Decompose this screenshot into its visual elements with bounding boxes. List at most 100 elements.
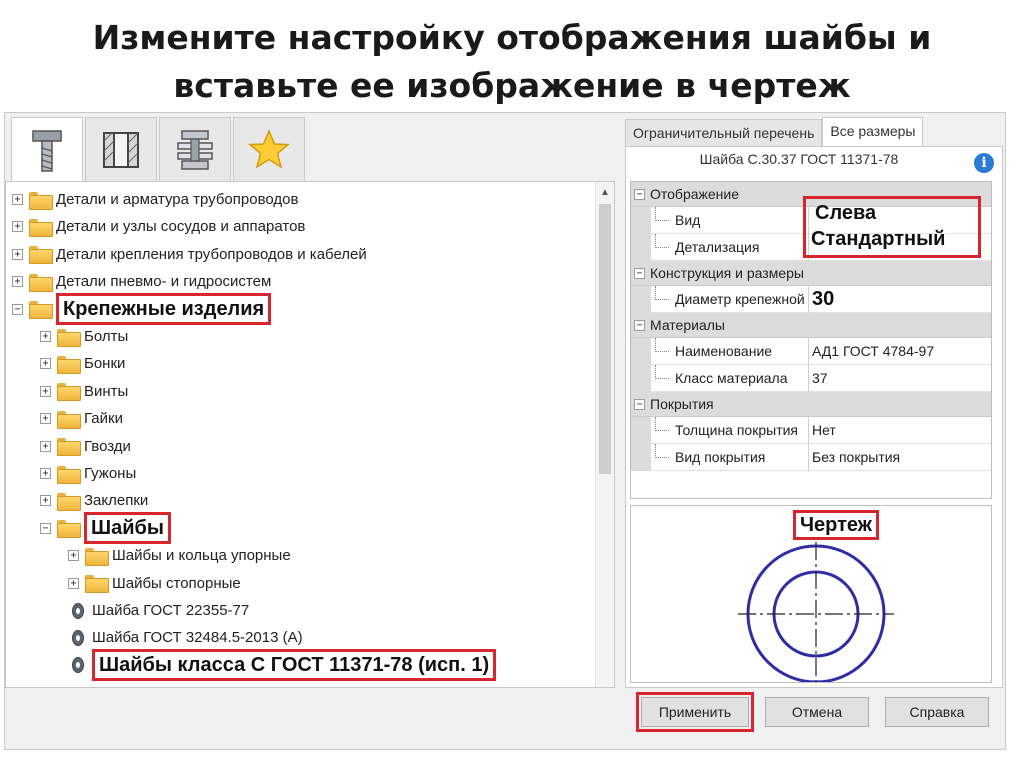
collapse-icon[interactable]: −: [12, 303, 23, 315]
coating-type-value[interactable]: Без покрытия: [812, 444, 990, 471]
detail-value[interactable]: Стандартный: [811, 228, 945, 251]
tree-line: [655, 220, 669, 221]
tree-line: [655, 417, 656, 431]
tree-item[interactable]: + Гайки: [40, 405, 123, 432]
tree-item-label: Гайки: [84, 410, 123, 428]
tab-restriction-list[interactable]: Ограничительный перечень: [625, 119, 823, 147]
tree-item[interactable]: Шайбы класса С ГОСТ 11371-78 (исп. 1): [68, 649, 497, 682]
washer-icon: [72, 629, 84, 646]
category-label: Покрытия: [650, 396, 714, 412]
category-label: Конструкция и размеры: [650, 265, 804, 281]
expand-icon[interactable]: +: [68, 550, 79, 562]
tree-line: [655, 378, 669, 379]
property-name: Класс материала: [675, 365, 809, 392]
property-row-diameter[interactable]: Диаметр крепежной детали 30: [631, 286, 991, 313]
help-button[interactable]: Справка: [885, 697, 989, 727]
property-name: Толщина покрытия: [675, 417, 809, 444]
tree-item[interactable]: − Шайбы: [40, 512, 171, 545]
tree-line: [655, 457, 669, 458]
property-row-material[interactable]: Наименование АД1 ГОСТ 4784-97: [631, 338, 991, 365]
tree-line: [655, 207, 656, 221]
tree-item[interactable]: + Шайбы стопорные: [68, 570, 241, 597]
collapse-icon[interactable]: −: [634, 267, 645, 279]
tree-line: [655, 234, 656, 248]
expand-icon[interactable]: +: [12, 276, 23, 288]
tree-item[interactable]: + Болты: [40, 323, 128, 350]
property-row-material-class[interactable]: Класс материала 37: [631, 365, 991, 392]
view-value[interactable]: Слева: [815, 202, 876, 225]
info-icon[interactable]: i: [974, 153, 994, 173]
expand-icon[interactable]: +: [12, 248, 23, 260]
tree-item-label: Гвозди: [84, 437, 131, 455]
category-materials[interactable]: − Материалы: [631, 313, 991, 338]
tab-bolts[interactable]: [11, 117, 83, 183]
category-label: Отображение: [650, 186, 740, 202]
expand-icon[interactable]: +: [40, 385, 51, 397]
tree-item[interactable]: + Шайбы и кольца упорные: [68, 542, 291, 569]
category-coating[interactable]: − Покрытия: [631, 392, 991, 417]
tree-scrollbar[interactable]: ▲: [595, 182, 614, 687]
collapse-icon[interactable]: −: [634, 319, 645, 331]
tree-item-label: Бонки: [84, 355, 126, 373]
tree-item[interactable]: − Крепежные изделия: [12, 293, 272, 326]
tree-item[interactable]: + Гвозди: [40, 433, 131, 460]
coating-thickness-value[interactable]: Нет: [812, 417, 990, 444]
tree-line: [655, 247, 669, 248]
property-name: Диаметр крепежной детали: [675, 286, 809, 313]
expand-icon[interactable]: +: [12, 221, 23, 233]
tab-all-sizes[interactable]: Все размеры: [822, 117, 924, 147]
folder-icon: [57, 438, 81, 457]
tree-line: [655, 365, 656, 379]
tree-item[interactable]: + Детали и арматура трубопроводов: [12, 186, 298, 213]
diameter-value[interactable]: 30: [812, 286, 990, 313]
tree-item[interactable]: + Гужоны: [40, 460, 136, 487]
tree-item[interactable]: + Детали и узлы сосудов и аппаратов: [12, 213, 305, 240]
tree-item-label: Шайбы стопорные: [112, 574, 241, 592]
drawing-label: Чертеж: [793, 510, 879, 540]
tree-item[interactable]: + Бонки: [40, 350, 125, 377]
collapse-icon[interactable]: −: [634, 188, 645, 200]
tree-item-label: Крепежные изделия: [56, 293, 272, 326]
tab-favorites[interactable]: [233, 117, 305, 181]
property-row-coating-type[interactable]: Вид покрытия Без покрытия: [631, 444, 991, 471]
tree-item-label: Болты: [84, 328, 129, 345]
library-toolbar-tabs: [11, 117, 307, 183]
category-construction[interactable]: − Конструкция и размеры: [631, 261, 991, 286]
material-value[interactable]: АД1 ГОСТ 4784-97: [812, 338, 990, 365]
tree-item-label: Шайба ГОСТ 32484.5-2013 (А): [92, 629, 303, 647]
row-gutter: [631, 207, 651, 234]
material-class-value[interactable]: 37: [812, 365, 990, 392]
collapse-icon[interactable]: −: [40, 522, 51, 534]
tree-item[interactable]: Шайба ГОСТ 22355-77: [68, 597, 249, 624]
tree-item[interactable]: + Винты: [40, 378, 128, 405]
expand-icon[interactable]: +: [12, 194, 23, 205]
expand-icon[interactable]: +: [40, 413, 51, 425]
expand-icon[interactable]: +: [40, 358, 51, 370]
cancel-button[interactable]: Отмена: [765, 697, 869, 727]
tree-line: [655, 444, 656, 458]
expand-icon[interactable]: +: [40, 468, 51, 479]
collapse-icon[interactable]: −: [634, 398, 645, 410]
row-gutter: [631, 286, 651, 313]
tree-item[interactable]: + Заклепки: [40, 487, 148, 514]
expand-icon[interactable]: +: [40, 331, 51, 342]
category-label: Материалы: [650, 317, 725, 333]
expand-icon[interactable]: +: [40, 495, 51, 507]
scroll-thumb[interactable]: [599, 204, 611, 474]
scroll-up-icon[interactable]: ▲: [596, 184, 614, 201]
expand-icon[interactable]: +: [40, 440, 51, 452]
apply-button[interactable]: Применить: [636, 692, 754, 732]
tree-item-label: Детали крепления трубопроводов и кабелей: [56, 245, 367, 263]
tree-item[interactable]: + Детали крепления трубопроводов и кабеле…: [12, 241, 367, 268]
tree-item[interactable]: Шайба ГОСТ 32484.5-2013 (А): [68, 624, 303, 651]
property-row-coating-thickness[interactable]: Толщина покрытия Нет: [631, 417, 991, 444]
slide-title: Измените настройку отображения шайбы и в…: [0, 14, 1024, 110]
expand-icon[interactable]: +: [68, 577, 79, 589]
tree-item-label: Шайба ГОСТ 22355-77: [92, 602, 250, 619]
tab-sections[interactable]: [85, 117, 157, 181]
tree-item[interactable]: + Детали пневмо- и гидросистем: [12, 268, 271, 295]
folder-icon: [85, 575, 109, 594]
tree-line: [655, 338, 656, 352]
drawing-preview: Чертеж: [630, 505, 992, 683]
tab-fastener-assemblies[interactable]: [159, 117, 231, 181]
